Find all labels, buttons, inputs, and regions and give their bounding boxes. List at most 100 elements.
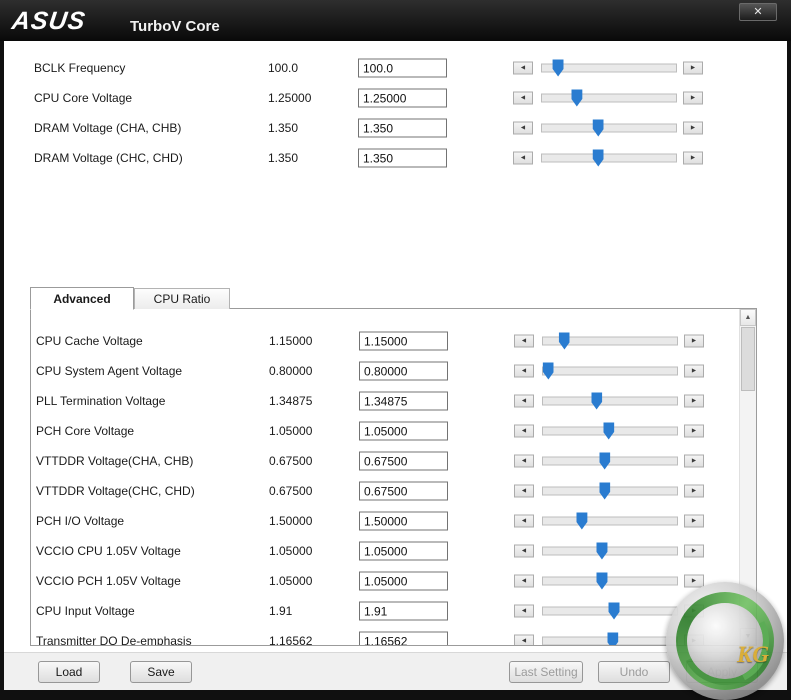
setting-value-input[interactable] [358,89,447,108]
tab-cpu-ratio-label: CPU Ratio [154,292,211,306]
slider-thumb[interactable] [599,483,610,500]
undo-button[interactable]: Undo [598,661,670,683]
slider-track[interactable] [542,487,678,496]
setting-label: PCH I/O Voltage [36,514,124,528]
decrease-button[interactable]: ◄ [514,395,534,408]
save-button[interactable]: Save [130,661,192,683]
decrease-button[interactable]: ◄ [514,425,534,438]
setting-value-input[interactable] [359,482,448,501]
increase-button[interactable]: ► [684,365,704,378]
decrease-button[interactable]: ◄ [514,335,534,348]
increase-button[interactable]: ► [684,335,704,348]
setting-current-value: 0.67500 [269,454,312,468]
increase-button[interactable]: ► [683,122,703,135]
tab-cpu-ratio[interactable]: CPU Ratio [134,288,230,309]
load-button[interactable]: Load [38,661,100,683]
setting-label: CPU Input Voltage [36,604,135,618]
slider-track[interactable] [542,637,678,646]
slider-thumb[interactable] [576,513,587,530]
slider-track[interactable] [542,457,678,466]
slider-track[interactable] [542,577,678,586]
left-arrow-icon: ◄ [521,367,528,374]
scrollbar-thumb[interactable] [741,327,755,391]
setting-value-input[interactable] [359,572,448,591]
increase-button[interactable]: ► [683,62,703,75]
decrease-button[interactable]: ◄ [514,605,534,618]
setting-value-input[interactable] [358,149,447,168]
slider-thumb[interactable] [571,90,582,107]
increase-button[interactable]: ► [684,455,704,468]
slider-track[interactable] [541,124,677,133]
title-bar: ASUS TurboV Core ✕ [0,0,791,41]
setting-row: Transmitter DQ De-emphasis 1.16562 ◄ ► [31,626,739,645]
slider-track[interactable] [541,64,677,73]
decrease-button[interactable]: ◄ [514,485,534,498]
slider-thumb[interactable] [599,453,610,470]
slider-track[interactable] [541,154,677,163]
slider-track[interactable] [542,607,678,616]
close-button[interactable]: ✕ [739,3,777,21]
decrease-button[interactable]: ◄ [513,122,533,135]
slider-thumb[interactable] [559,333,570,350]
right-arrow-icon: ► [691,517,698,524]
setting-label: VCCIO PCH 1.05V Voltage [36,574,181,588]
slider-thumb[interactable] [596,573,607,590]
decrease-button[interactable]: ◄ [514,635,534,646]
slider-thumb[interactable] [553,60,564,77]
decrease-button[interactable]: ◄ [514,455,534,468]
increase-button[interactable]: ► [683,92,703,105]
decrease-button[interactable]: ◄ [514,545,534,558]
slider-track[interactable] [542,337,678,346]
increase-button[interactable]: ► [683,152,703,165]
setting-row: PCH Core Voltage 1.05000 ◄ ► [31,416,739,446]
slider-thumb[interactable] [603,423,614,440]
setting-value-input[interactable] [358,59,447,78]
decrease-button[interactable]: ◄ [514,365,534,378]
setting-value-input[interactable] [359,452,448,471]
decrease-button[interactable]: ◄ [514,515,534,528]
setting-value-input[interactable] [359,632,448,646]
setting-value-input[interactable] [359,512,448,531]
increase-button[interactable]: ► [684,485,704,498]
increase-button[interactable]: ► [684,395,704,408]
setting-value-input[interactable] [359,332,448,351]
setting-current-value: 1.05000 [269,424,312,438]
decrease-button[interactable]: ◄ [514,575,534,588]
slider-thumb[interactable] [596,543,607,560]
tab-advanced[interactable]: Advanced [30,287,134,310]
advanced-panel: CPU Cache Voltage 1.15000 ◄ ► CPU System… [30,308,757,646]
slider-track[interactable] [542,427,678,436]
right-arrow-icon: ► [690,124,697,131]
slider-thumb[interactable] [593,120,604,137]
decrease-button[interactable]: ◄ [513,152,533,165]
slider-track[interactable] [542,397,678,406]
slider-thumb[interactable] [593,150,604,167]
setting-current-value: 100.0 [268,61,298,75]
decrease-button[interactable]: ◄ [513,62,533,75]
setting-label: CPU Cache Voltage [36,334,143,348]
setting-value-input[interactable] [359,362,448,381]
slider-track[interactable] [542,547,678,556]
slider-track[interactable] [542,367,678,376]
slider-thumb[interactable] [591,393,602,410]
setting-value-input[interactable] [359,392,448,411]
increase-button[interactable]: ► [684,545,704,558]
slider-thumb[interactable] [609,603,620,620]
last-setting-button[interactable]: Last Setting [509,661,583,683]
slider-track[interactable] [542,517,678,526]
increase-button[interactable]: ► [684,425,704,438]
close-icon: ✕ [753,6,762,18]
slider-thumb[interactable] [607,633,618,646]
kitguru-watermark: KG [666,582,784,700]
app-window: ASUS TurboV Core ✕ BCLK Frequency 100.0 … [0,0,791,700]
decrease-button[interactable]: ◄ [513,92,533,105]
setting-value-input[interactable] [358,119,447,138]
setting-value-input[interactable] [359,542,448,561]
setting-value-input[interactable] [359,422,448,441]
increase-button[interactable]: ► [684,515,704,528]
setting-current-value: 0.80000 [269,364,312,378]
slider-track[interactable] [541,94,677,103]
scroll-up-button[interactable]: ▲ [740,309,756,326]
slider-thumb[interactable] [543,363,554,380]
setting-value-input[interactable] [359,602,448,621]
